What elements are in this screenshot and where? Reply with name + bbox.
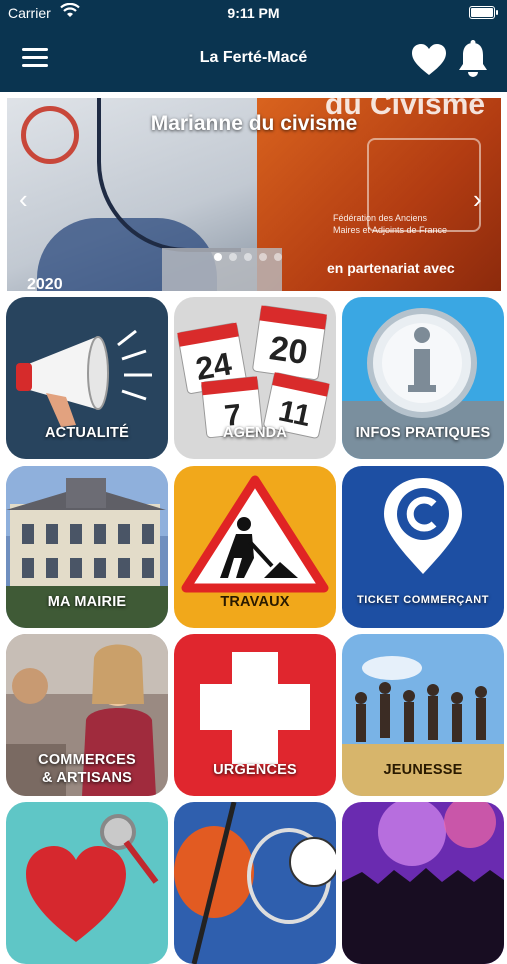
tile-label-line1: COMMERCES (38, 752, 136, 768)
sports-icon (174, 802, 336, 964)
status-bar: Carrier 9:11 PM (0, 0, 507, 26)
banner-year: 2020 (27, 276, 63, 291)
tile-sport[interactable] (174, 802, 336, 964)
heart-stethoscope-icon (6, 802, 168, 964)
tile-label: ACTUALITÉ (45, 425, 129, 441)
carousel-dot[interactable] (214, 253, 222, 261)
news-carousel[interactable]: du Civisme Fédération des Anciens Maires… (7, 98, 501, 291)
banner-organisation: Fédération des Anciens Maires et Adjoint… (333, 212, 447, 236)
svg-text:20: 20 (267, 329, 310, 372)
concert-icon (342, 802, 504, 964)
tile-jeunesse[interactable]: JEUNESSE (342, 634, 504, 796)
tile-label: TRAVAUX (220, 594, 290, 610)
carousel-dot[interactable] (244, 253, 252, 261)
banner-org-line1: Fédération des Anciens (333, 213, 428, 223)
carousel-prev-icon[interactable]: ‹ (19, 184, 28, 215)
tile-agenda[interactable]: 24 20 7 11 AGENDA (174, 297, 336, 459)
carousel-next-icon[interactable]: › (473, 184, 482, 215)
tile-label: TICKET COMMERÇANT (357, 594, 489, 606)
bell-icon[interactable] (455, 40, 491, 80)
tile-label: MA MAIRIE (47, 594, 127, 610)
heart-icon[interactable] (410, 42, 448, 78)
tile-actualite[interactable]: ACTUALITÉ (6, 297, 168, 459)
battery-nub (496, 10, 498, 15)
tile-label-line2: & ARTISANS (41, 770, 133, 786)
tile-label: JEUNESSE (383, 762, 463, 778)
status-time: 9:11 PM (227, 5, 280, 21)
carousel-pagination (214, 248, 289, 261)
tile-label: AGENDA (222, 425, 288, 441)
tile-label: URGENCES (213, 762, 297, 778)
tile-ticket-commercant[interactable]: TICKET COMMERÇANT (342, 466, 504, 628)
carousel-dot[interactable] (274, 253, 282, 261)
carousel-dot[interactable] (259, 253, 267, 261)
tile-label: COMMERCES & ARTISANS (6, 751, 168, 787)
tile-label: INFOS PRATIQUES (355, 425, 491, 441)
tile-commerces-artisans[interactable]: COMMERCES & ARTISANS (6, 634, 168, 796)
nav-bar: La Ferté-Macé (0, 26, 507, 92)
tile-infos-pratiques[interactable]: INFOS PRATIQUES (342, 297, 504, 459)
banner-org-line2: Maires et Adjoints de France (333, 225, 448, 235)
tile-ma-mairie[interactable]: MA MAIRIE (6, 466, 168, 628)
tile-travaux[interactable]: TRAVAUX (174, 466, 336, 628)
banner-caption: Marianne du civisme (150, 112, 358, 135)
tile-urgences[interactable]: URGENCES (174, 634, 336, 796)
tile-sante[interactable] (6, 802, 168, 964)
banner-partner-text: en partenariat avec (327, 260, 455, 276)
battery-icon (469, 6, 495, 19)
tile-culture[interactable] (342, 802, 504, 964)
carousel-dot[interactable] (229, 253, 237, 261)
